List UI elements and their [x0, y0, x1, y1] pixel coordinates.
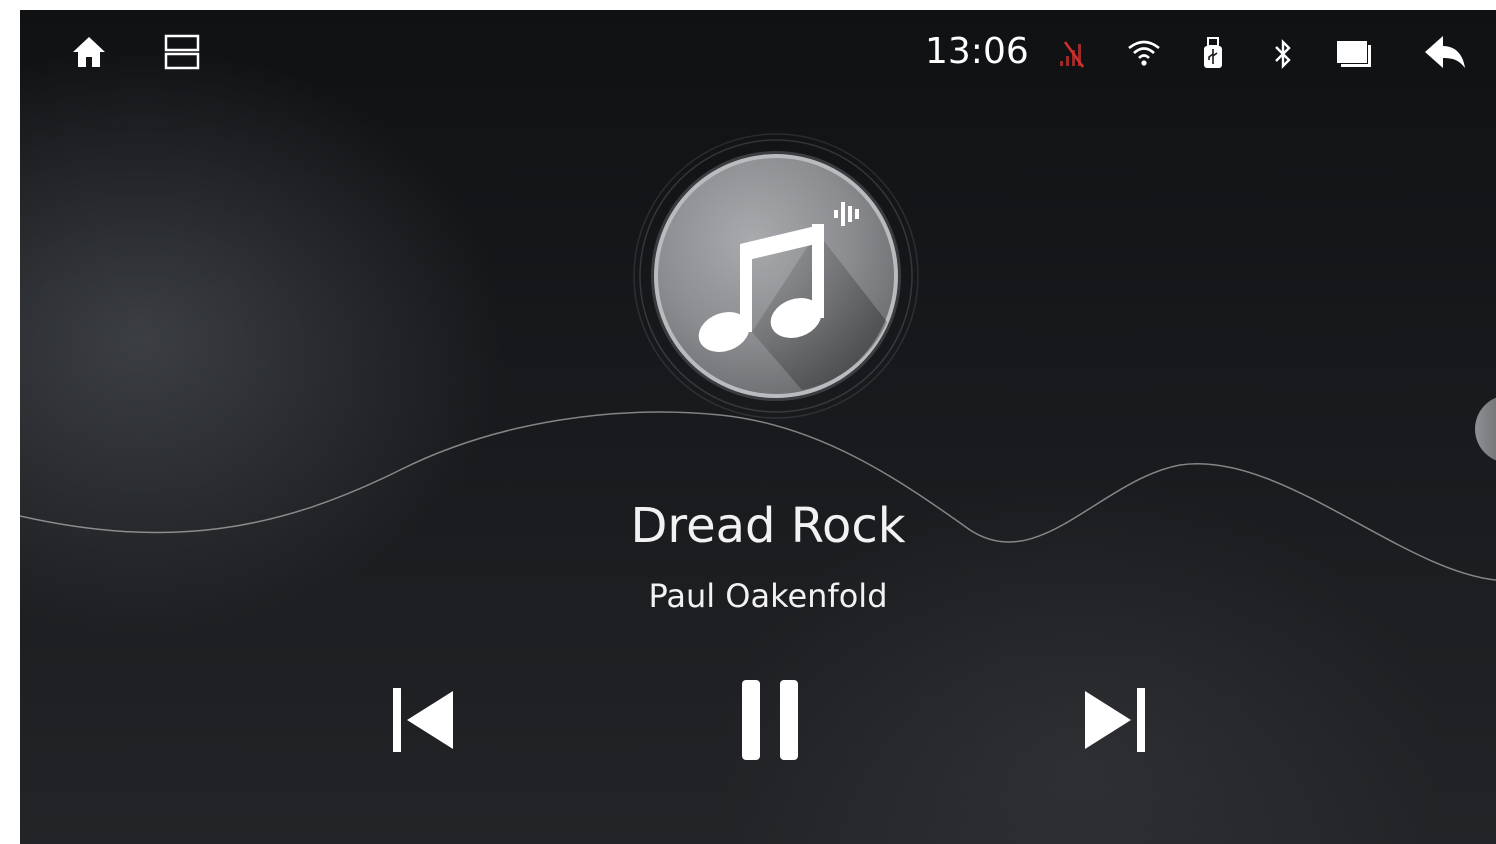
- status-bar: 13:06: [20, 10, 1496, 94]
- next-track-icon: [1085, 688, 1145, 752]
- wifi-icon: [1124, 36, 1164, 70]
- clock: 13:06: [925, 31, 1029, 72]
- bluetooth-icon: [1270, 36, 1296, 72]
- album-art[interactable]: [632, 132, 920, 420]
- screen-icon[interactable]: [1334, 36, 1374, 70]
- no-signal-icon: [1056, 38, 1088, 70]
- usb-icon: [1198, 34, 1228, 72]
- next-track-button[interactable]: [1076, 684, 1156, 756]
- artist-name: Paul Oakenfold: [648, 577, 888, 615]
- previous-track-icon: [393, 688, 453, 752]
- song-title: Dread Rock: [630, 498, 906, 554]
- pause-icon: [742, 680, 798, 760]
- pause-button[interactable]: [730, 674, 810, 766]
- multi-window-icon[interactable]: [162, 32, 202, 72]
- back-icon[interactable]: [1422, 32, 1468, 72]
- home-icon[interactable]: [68, 32, 110, 72]
- music-player-screen: 13:06 Dread Rock Paul Oakenfold: [20, 10, 1496, 844]
- previous-track-button[interactable]: [382, 684, 462, 756]
